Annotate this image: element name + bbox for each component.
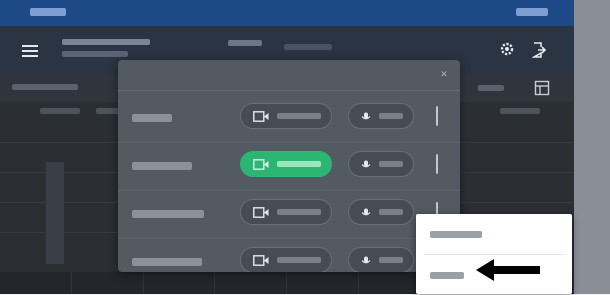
row-label [132,114,172,122]
bottom-tab[interactable] [215,272,287,294]
dropdown-item-text [416,255,417,256]
video-toggle-button[interactable] [240,247,332,272]
row-options-button[interactable] [432,151,442,177]
video-icon [253,255,269,266]
bottom-tab[interactable] [72,272,144,294]
mic-toggle-button[interactable] [348,151,414,177]
right-scroll-strip[interactable] [574,0,610,294]
button-text [379,257,403,263]
gear-icon[interactable] [500,42,514,56]
menu-icon[interactable] [22,45,38,57]
toolbar-item[interactable] [478,85,504,91]
row-options-button[interactable] [432,103,442,129]
header-tab[interactable] [284,44,332,50]
dropdown-item-label [430,231,482,238]
logout-icon[interactable] [530,42,547,58]
bottom-tab[interactable] [144,272,216,294]
dropdown-item-text [416,214,417,215]
app-subtitle-line [62,51,128,57]
mic-icon [360,256,372,266]
status-right-text [516,8,548,16]
settings-modal: ✕ [118,60,460,272]
video-icon [253,207,269,218]
row-label [132,162,192,170]
status-left-text [30,8,66,16]
button-text [277,113,321,119]
dropdown-item-1[interactable] [416,214,572,254]
button-text [277,161,321,167]
dropdown-item-label [430,272,464,279]
button-text [379,113,403,119]
close-icon[interactable]: ✕ [438,70,450,79]
modal-row [118,238,460,272]
row-label [132,258,202,266]
mic-icon [360,208,372,218]
modal-row [118,190,460,239]
side-level-bar [46,162,64,264]
mic-toggle-button[interactable] [348,247,414,272]
mic-toggle-button[interactable] [348,103,414,129]
video-icon [253,159,269,170]
button-text [379,209,403,215]
bottom-tab[interactable] [0,272,72,294]
button-text [277,257,321,263]
bottom-tab[interactable] [287,272,359,294]
row-label [132,210,204,218]
button-text [277,209,321,215]
modal-row [118,142,460,191]
status-bar [0,0,574,26]
column-header [500,108,540,114]
video-toggle-button-active[interactable] [240,151,332,177]
toolbar-item[interactable] [12,84,78,90]
layout-icon[interactable] [534,80,550,96]
column-header [40,108,80,114]
app-title-line [62,39,150,45]
button-text [379,161,403,167]
video-icon [253,111,269,122]
mic-icon [360,112,372,122]
modal-header: ✕ [118,60,460,91]
mic-icon [360,160,372,170]
video-toggle-button[interactable] [240,103,332,129]
header-tab[interactable] [228,40,262,46]
mic-toggle-button[interactable] [348,199,414,225]
modal-row [118,94,460,143]
arrow-icon [476,258,542,282]
video-toggle-button[interactable] [240,199,332,225]
